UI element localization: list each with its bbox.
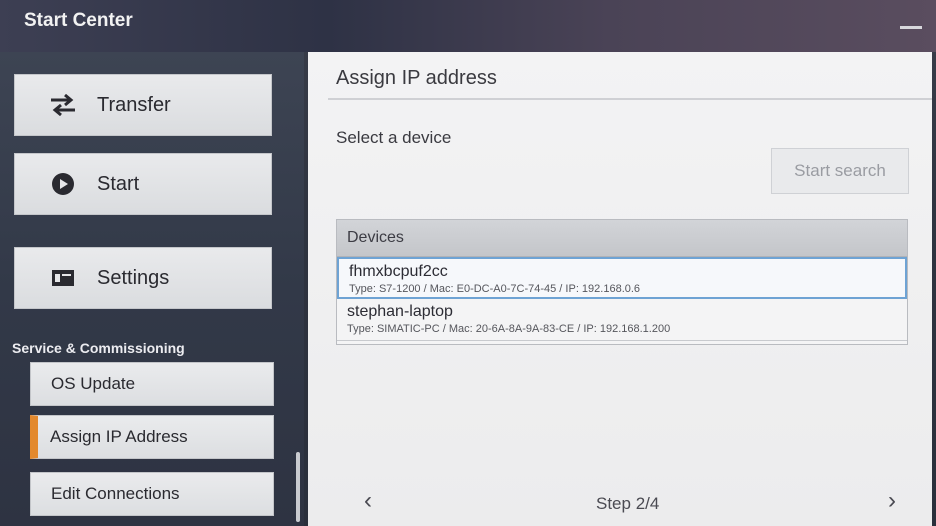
sidebar: Transfer Start Settings Service & Commis…: [0, 52, 304, 526]
settings-label: Settings: [97, 266, 170, 289]
assign-ip-address-button[interactable]: Assign IP Address: [30, 415, 274, 459]
assign-ip-panel: Assign IP address Select a device Start …: [308, 52, 932, 526]
start-label: Start: [97, 172, 140, 195]
window-title: Start Center: [24, 10, 133, 31]
minimize-button[interactable]: [900, 26, 922, 29]
title-bar: Start Center: [0, 0, 936, 52]
settings-panel-icon: [49, 264, 77, 292]
device-info: Type: S7-1200 / Mac: E0-DC-A0-7C-74-45 /…: [349, 283, 641, 295]
transfer-label: Transfer: [97, 93, 171, 116]
device-name: fhmxbcpuf2cc: [349, 263, 448, 280]
next-step-button[interactable]: ›: [888, 487, 896, 515]
title-divider: [328, 98, 932, 100]
os-update-button[interactable]: OS Update: [30, 362, 274, 406]
devices-header: Devices: [337, 220, 907, 257]
edit-connections-button[interactable]: Edit Connections: [30, 472, 274, 516]
devices-table: Devices fhmxbcpuf2cc Type: S7-1200 / Mac…: [336, 219, 908, 345]
panel-title: Assign IP address: [336, 67, 497, 89]
service-section-label: Service & Commissioning: [12, 340, 185, 356]
play-circle-icon: [49, 170, 77, 198]
device-name: stephan-laptop: [347, 303, 453, 320]
previous-step-button[interactable]: ‹: [364, 487, 372, 515]
step-indicator: Step 2/4: [596, 494, 660, 513]
select-device-label: Select a device: [336, 128, 452, 147]
sidebar-scrollbar[interactable]: [296, 452, 300, 522]
transfer-arrows-icon: [49, 91, 77, 119]
settings-button[interactable]: Settings: [14, 247, 272, 309]
assign-ip-address-label: Assign IP Address: [50, 427, 188, 446]
transfer-button[interactable]: Transfer: [14, 74, 272, 136]
os-update-label: OS Update: [51, 374, 136, 393]
edit-connections-label: Edit Connections: [51, 484, 180, 503]
start-button[interactable]: Start: [14, 153, 272, 215]
device-row-selected[interactable]: fhmxbcpuf2cc Type: S7-1200 / Mac: E0-DC-…: [337, 257, 907, 299]
start-search-button[interactable]: Start search: [771, 148, 909, 194]
device-info: Type: SIMATIC-PC / Mac: 20-6A-8A-9A-83-C…: [347, 323, 671, 335]
device-row[interactable]: stephan-laptop Type: SIMATIC-PC / Mac: 2…: [337, 299, 907, 341]
